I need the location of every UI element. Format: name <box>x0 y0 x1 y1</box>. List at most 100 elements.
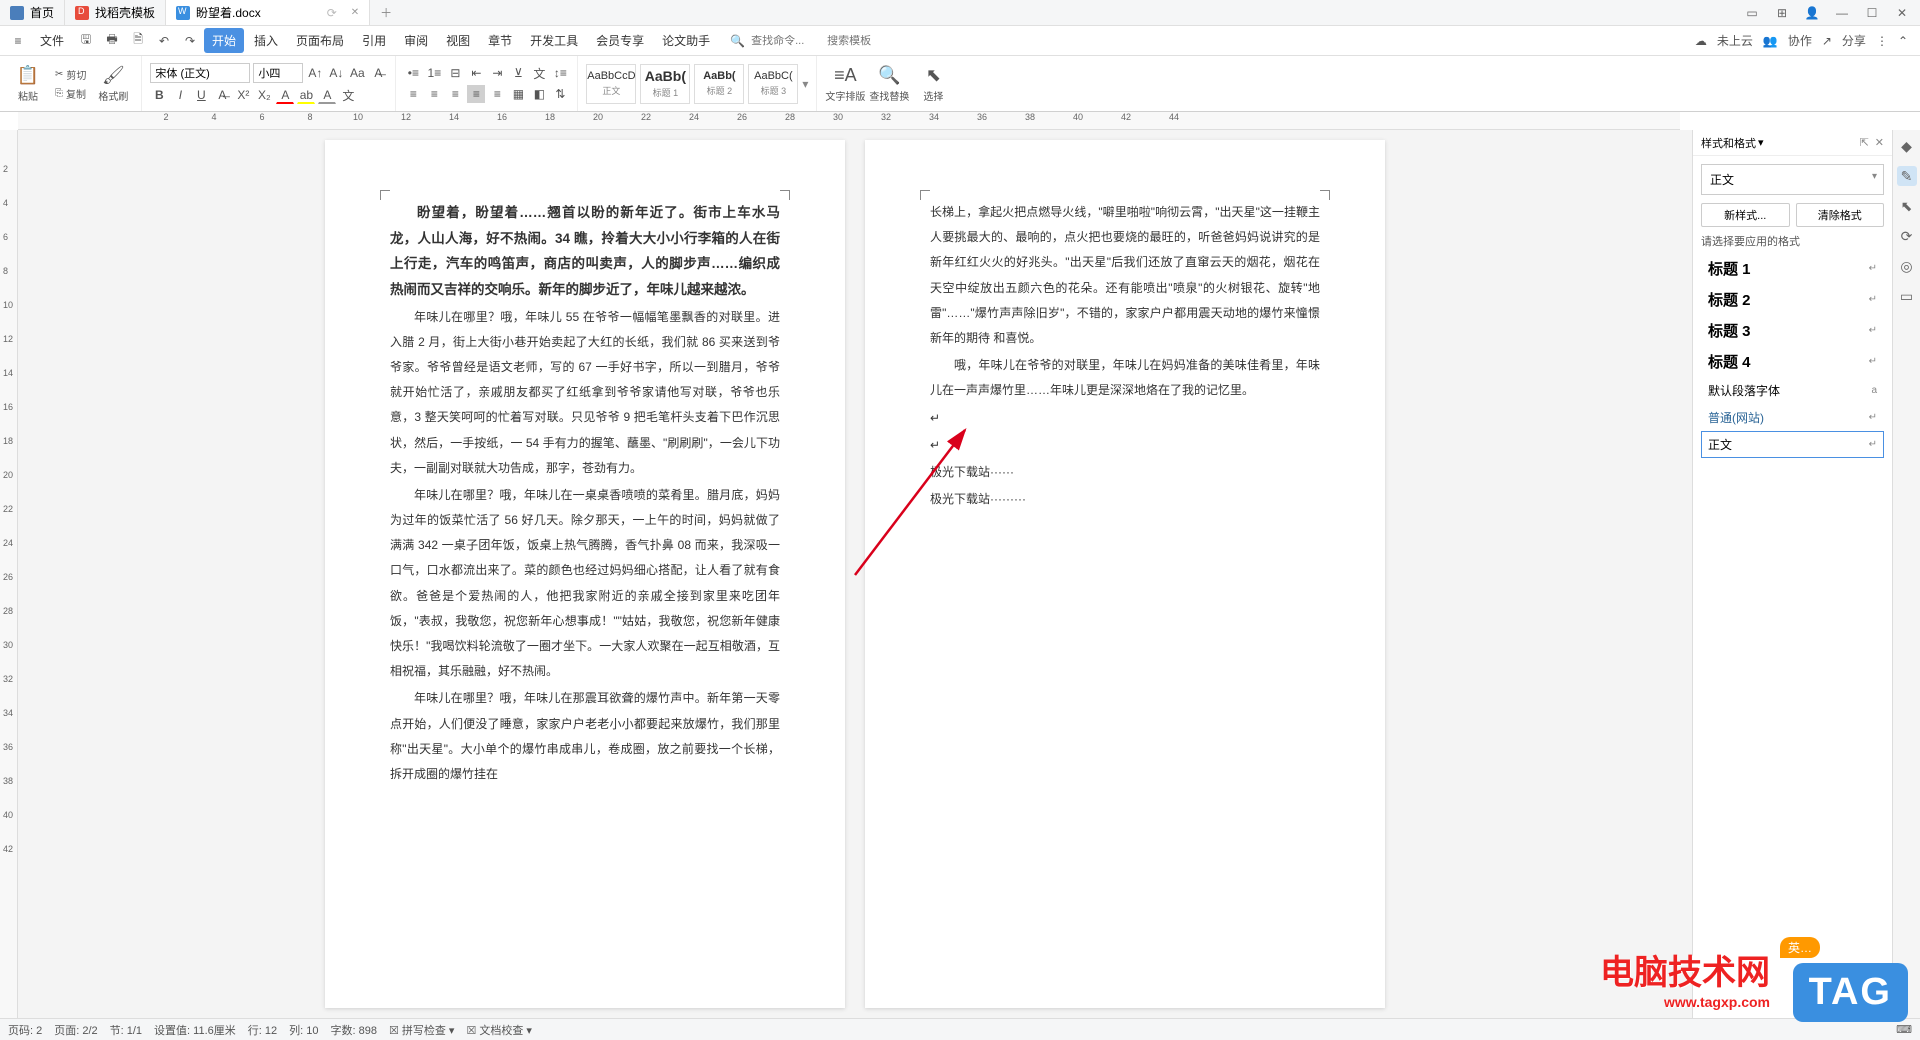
menu-file[interactable]: 文件 <box>32 28 72 53</box>
paragraph[interactable]: ↵ <box>930 433 1320 458</box>
clear-format-button[interactable]: 清除格式 <box>1796 203 1885 227</box>
style-item-h2[interactable]: 标题 2↵ <box>1701 284 1884 315</box>
ruler-vertical[interactable]: 24681012141618202224262830323436384042 <box>0 130 18 1018</box>
status-page-of[interactable]: 页面: 2/2 <box>54 1022 97 1038</box>
status-wordcount[interactable]: 字数: 898 <box>330 1022 376 1038</box>
find-replace-button[interactable]: 🔍查找替换 <box>869 60 909 108</box>
layout-icon[interactable]: ▭ <box>1742 3 1762 23</box>
paragraph[interactable]: 长梯上，拿起火把点燃导火线，"噼里啪啦"响彻云霄，"出天星"这一挂鞭主人要挑最大… <box>930 200 1320 351</box>
save-icon[interactable]: 🖫 <box>74 29 98 53</box>
align-justify-icon[interactable]: ≡ <box>467 85 485 103</box>
collab-icon[interactable]: 👥 <box>1763 34 1778 48</box>
bullet-list-icon[interactable]: •≡ <box>404 64 422 82</box>
select-button[interactable]: ⬉选择 <box>913 60 953 108</box>
paragraph[interactable]: ↵ <box>930 406 1320 431</box>
template-search-input[interactable] <box>827 35 897 47</box>
menu-view[interactable]: 视图 <box>438 28 478 53</box>
current-style-display[interactable]: 正文 <box>1701 164 1884 195</box>
minimize-button[interactable]: — <box>1832 3 1852 23</box>
style-item-web[interactable]: 普通(网站)↵ <box>1701 404 1884 431</box>
paste-button[interactable]: 📋粘贴 <box>8 60 48 108</box>
menu-hamburger-icon[interactable]: ≡ <box>6 29 30 53</box>
menu-dev[interactable]: 开发工具 <box>522 28 586 53</box>
subscript-icon[interactable]: X₂ <box>255 86 273 104</box>
status-row[interactable]: 行: 12 <box>248 1022 277 1038</box>
font-size-select[interactable] <box>253 63 303 83</box>
share-icon[interactable]: ↗ <box>1822 34 1832 48</box>
maximize-button[interactable]: ☐ <box>1862 3 1882 23</box>
new-style-button[interactable]: 新样式... <box>1701 203 1790 227</box>
print-icon[interactable]: 🖶 <box>100 29 124 53</box>
style-item-normal[interactable]: 正文↵ <box>1701 431 1884 458</box>
superscript-icon[interactable]: X² <box>234 86 252 104</box>
status-col[interactable]: 列: 10 <box>289 1022 318 1038</box>
pin-icon[interactable]: ⇱ <box>1860 136 1869 149</box>
align-right-icon[interactable]: ≡ <box>446 85 464 103</box>
menu-insert[interactable]: 插入 <box>246 28 286 53</box>
tab-sync-icon[interactable]: ⟳ <box>327 6 337 20</box>
tab-settings-icon[interactable]: ⊻ <box>509 64 527 82</box>
paragraph[interactable]: 哦，年味儿在爷爷的对联里，年味儿在妈妈准备的美味佳肴里，年味儿在一声声爆竹里……… <box>930 353 1320 403</box>
menu-review[interactable]: 审阅 <box>396 28 436 53</box>
cursor-icon[interactable]: ⬉ <box>1897 196 1917 216</box>
dropdown-icon[interactable]: ▾ <box>1758 136 1764 149</box>
undo-icon[interactable]: ↶ <box>152 29 176 53</box>
tab-template[interactable]: 找稻壳模板 <box>65 0 166 25</box>
menu-start[interactable]: 开始 <box>204 28 244 53</box>
increase-indent-icon[interactable]: ⇥ <box>488 64 506 82</box>
menu-chapter[interactable]: 章节 <box>480 28 520 53</box>
refresh-icon[interactable]: ⟳ <box>1897 226 1917 246</box>
bold-icon[interactable]: B <box>150 86 168 104</box>
format-painter-button[interactable]: 🖌格式刷 <box>93 60 133 108</box>
menu-member[interactable]: 会员专享 <box>588 28 652 53</box>
style-normal[interactable]: AaBbCcD正文 <box>586 64 636 104</box>
status-spellcheck[interactable]: ☒ 拼写检查 ▾ <box>389 1022 455 1038</box>
ime-icon[interactable]: ⌨ <box>1896 1023 1912 1036</box>
preview-icon[interactable]: 🗎 <box>126 29 150 53</box>
increase-font-icon[interactable]: A↑ <box>306 64 324 82</box>
diamond-icon[interactable]: ◆ <box>1897 136 1917 156</box>
cut-button[interactable]: ✂ 剪切 <box>52 66 89 83</box>
menu-reference[interactable]: 引用 <box>354 28 394 53</box>
border-icon[interactable]: ▦ <box>509 85 527 103</box>
change-case-icon[interactable]: Aa <box>348 64 366 82</box>
shading-icon[interactable]: A <box>318 86 336 104</box>
sort-icon[interactable]: ⇅ <box>551 85 569 103</box>
collapse-ribbon-icon[interactable]: ⌃ <box>1898 34 1908 48</box>
redo-icon[interactable]: ↷ <box>178 29 202 53</box>
document-area[interactable]: 盼望着，盼望着……翘首以盼的新年近了。街市上车水马龙，人山人海，好不热闹。34 … <box>18 130 1692 1018</box>
style-item-h3[interactable]: 标题 3↵ <box>1701 315 1884 346</box>
copy-button[interactable]: ⎘ 复制 <box>52 85 89 102</box>
status-doccheck[interactable]: ☒ 文档校查 ▾ <box>466 1022 532 1038</box>
align-distribute-icon[interactable]: ≡ <box>488 85 506 103</box>
apps-icon[interactable]: ⊞ <box>1772 3 1792 23</box>
tab-home[interactable]: 首页 <box>0 0 65 25</box>
cloud-icon[interactable]: ☁ <box>1695 34 1707 48</box>
page-2[interactable]: 长梯上，拿起火把点燃导火线，"噼里啪啦"响彻云霄，"出天星"这一挂鞭主人要挑最大… <box>865 140 1385 1008</box>
menu-paper[interactable]: 论文助手 <box>654 28 718 53</box>
multilevel-list-icon[interactable]: ⊟ <box>446 64 464 82</box>
style-item-h1[interactable]: 标题 1↵ <box>1701 253 1884 284</box>
book-icon[interactable]: ▭ <box>1897 286 1917 306</box>
menu-layout[interactable]: 页面布局 <box>288 28 352 53</box>
tab-close-button[interactable]: ✕ <box>351 7 359 18</box>
number-list-icon[interactable]: 1≡ <box>425 64 443 82</box>
paragraph-lead[interactable]: 盼望着，盼望着……翘首以盼的新年近了。街市上车水马龙，人山人海，好不热闹。34 … <box>390 200 780 303</box>
marker-icon[interactable]: ◎ <box>1897 256 1917 276</box>
styles-dropdown-icon[interactable]: ▾ <box>802 77 808 91</box>
status-setval[interactable]: 设置值: 11.6厘米 <box>154 1022 236 1038</box>
tab-add-button[interactable]: ＋ <box>370 0 402 25</box>
decrease-indent-icon[interactable]: ⇤ <box>467 64 485 82</box>
style-heading3[interactable]: AaBbC(标题 3 <box>748 64 798 104</box>
page-1[interactable]: 盼望着，盼望着……翘首以盼的新年近了。街市上车水马龙，人山人海，好不热闹。34 … <box>325 140 845 1008</box>
shading-para-icon[interactable]: ◧ <box>530 85 548 103</box>
style-heading2[interactable]: AaBb(标题 2 <box>694 64 744 104</box>
text-direction-icon[interactable]: 文 <box>530 64 548 82</box>
command-search[interactable]: 🔍 <box>730 34 897 48</box>
status-section[interactable]: 节: 1/1 <box>110 1022 142 1038</box>
style-heading1[interactable]: AaBb(标题 1 <box>640 64 690 104</box>
user-icon[interactable]: 👤 <box>1802 3 1822 23</box>
font-name-select[interactable] <box>150 63 250 83</box>
clear-format-icon[interactable]: A̶ <box>369 64 387 82</box>
paragraph[interactable]: 极光下载站······ <box>930 460 1320 485</box>
